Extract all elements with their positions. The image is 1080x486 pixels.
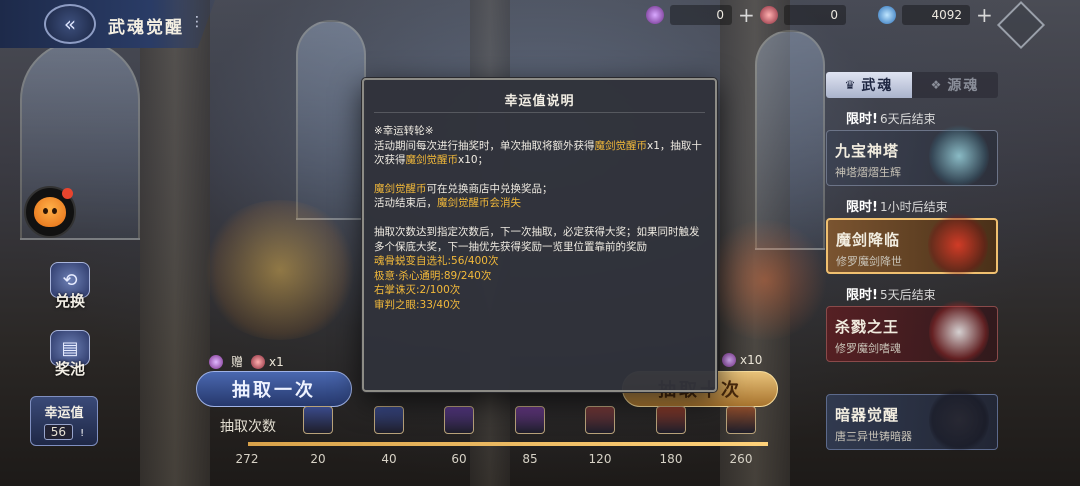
reward-chest-icon[interactable] (444, 406, 474, 434)
pool-button[interactable]: ▤ 奖池 (40, 330, 100, 379)
background-pillar-left (140, 0, 210, 486)
reward-item: 审判之眼:33/40次 (374, 298, 461, 311)
reward-chest-icon[interactable] (374, 406, 404, 434)
purple-gem-icon (209, 354, 223, 369)
milestone-label: 260 (729, 452, 753, 466)
mascot-icon (34, 197, 66, 227)
tab-yuanhun[interactable]: ❖ 源魂 (912, 72, 998, 98)
dialog-heading: ※幸运转轮※ (374, 125, 434, 137)
limit-tag: 限时! 6天后结束 (846, 112, 936, 127)
soul-tabs: ♛ 武魂 ❖ 源魂 (826, 72, 998, 98)
stained-glass-window-mid (296, 20, 366, 220)
limit-tag: 限时! 5天后结束 (846, 288, 936, 303)
golden-ring-glow (200, 200, 360, 340)
currency-value: 0 (784, 5, 846, 25)
blue-crystal-icon (878, 6, 896, 24)
paragraph-rules: 活动期间每次进行抽奖时，单次抽取将额外获得魔剑觉醒币x1，抽取十次获得魔剑觉醒币… (374, 139, 702, 167)
close-diamond-button[interactable] (996, 0, 1046, 50)
milestone-label: 60 (451, 452, 467, 466)
stained-glass-window-right (755, 30, 825, 250)
milestone-label: 120 (588, 452, 612, 466)
list-item-mojian[interactable]: 魔剑降临 修罗魔剑降世 (826, 212, 998, 278)
paragraph-guarantee: 抽取次数达到指定次数后，下一次抽取，必定获得大奖；如果同时触发多个保底大奖，下一… (374, 225, 700, 253)
info-icon[interactable]: ! (80, 428, 84, 439)
purple-gem-icon (722, 353, 736, 367)
reward-chest-icon[interactable] (726, 406, 756, 434)
demon-sword-icon (928, 212, 988, 278)
milestone-label: 85 (522, 452, 538, 466)
dialog-body: ※幸运转轮※ 活动期间每次进行抽奖时，单次抽取将额外获得魔剑觉醒币x1，抽取十次… (374, 124, 705, 313)
golden-ring-glow-right (700, 220, 830, 340)
reward-chest-icon[interactable] (656, 406, 686, 434)
tab-icon: ♛ (844, 78, 858, 92)
currency-value: 0 (670, 5, 732, 25)
reward-chest-icon[interactable] (303, 406, 333, 434)
draw-once-button[interactable]: 抽取一次 (196, 371, 352, 407)
ten-cost-qty: x10 (740, 353, 763, 367)
list-item-anqi[interactable]: 暗器觉醒 唐三异世铸暗器 (826, 387, 998, 453)
reward-chest-icon[interactable] (585, 406, 615, 434)
exchange-button[interactable]: ⟲ 兑换 (40, 262, 100, 311)
list-item-jiubao[interactable]: 九宝神塔 神塔熠熠生辉 (826, 123, 998, 189)
divider (374, 112, 705, 113)
notification-dot (62, 188, 73, 199)
milestone-label: 20 (310, 452, 326, 466)
tower-icon (929, 123, 989, 189)
reward-list: 魂骨蜕变自选礼:56/400次 极意·杀心通明:89/240次 右掌诛灭:2/1… (374, 254, 705, 312)
currency-value: 4092 (902, 5, 970, 25)
pool-label: 奖池 (54, 360, 85, 378)
luck-value: 56 (43, 424, 74, 440)
currency-blue-crystal: 4092 + (878, 4, 993, 26)
single-draw-cost: 赠 x1 (205, 353, 284, 370)
currency-add-button[interactable]: + (976, 5, 993, 25)
red-gem-icon (251, 354, 266, 369)
progress-fill (248, 442, 768, 446)
page-title: 武魂觉醒 (108, 18, 184, 38)
gift-prefix: 赠 (231, 355, 244, 369)
milestone-label: 180 (659, 452, 683, 466)
tab-wuhun[interactable]: ♛ 武魂 (826, 72, 912, 98)
reward-item: 魂骨蜕变自选礼:56/400次 (374, 255, 499, 268)
back-button[interactable]: « (44, 4, 96, 44)
current-draw-count: 272 (235, 452, 259, 466)
more-icon[interactable]: ⋮ (190, 14, 204, 30)
dialog-title: 幸运值说明 (504, 94, 575, 109)
gift-qty: x1 (269, 354, 284, 369)
reward-item: 极意·杀心通明:89/240次 (374, 269, 492, 282)
purple-gem-icon (646, 6, 664, 24)
milestone-label: 40 (381, 452, 397, 466)
tab-icon: ❖ (930, 78, 944, 92)
currency-add-button[interactable]: + (738, 5, 755, 25)
character-portrait-icon (929, 387, 989, 453)
back-arrow-icon: « (63, 12, 77, 36)
exchange-label: 兑换 (54, 292, 85, 310)
currency-purple-gem-a: 0 + (646, 4, 755, 26)
limit-tag: 限时! 1小时后结束 (846, 200, 948, 215)
list-item-shalu[interactable]: 杀戮之王 修罗魔剑嗜魂 (826, 299, 998, 365)
draw-count-progress (248, 442, 768, 446)
red-gem-icon (760, 6, 778, 24)
luck-label: 幸运值 (44, 406, 84, 421)
paragraph-currency: 魔剑觉醒币可在兑换商店中兑换奖品； 活动结束后，魔剑觉醒币会消失 (374, 182, 553, 210)
luck-info-dialog: 幸运值说明 ※幸运转轮※ 活动期间每次进行抽奖时，单次抽取将额外获得魔剑觉醒币x… (362, 78, 717, 392)
reward-chest-icon[interactable] (515, 406, 545, 434)
ten-draw-cost: x10 (718, 353, 762, 367)
character-portrait-icon (929, 299, 989, 365)
currency-purple-gem-b: 0 (760, 4, 846, 26)
luck-button[interactable]: 幸运值 56 ! (30, 396, 98, 446)
draw-count-label: 抽取次数 (220, 419, 276, 435)
reward-item: 右掌诛灭:2/100次 (374, 284, 461, 297)
